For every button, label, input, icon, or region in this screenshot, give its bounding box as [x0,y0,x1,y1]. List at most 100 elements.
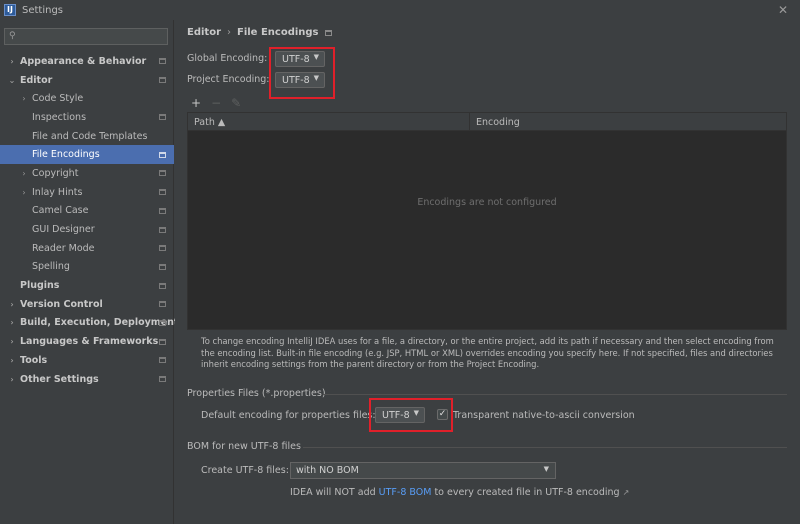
sidebar-item[interactable]: Spelling [0,258,174,277]
sidebar-item-label: Languages & Frameworks [20,336,159,348]
sidebar-item[interactable]: › Code Style [0,89,174,108]
sidebar-item-label: Tools [20,354,48,366]
sidebar-item[interactable]: › Copyright [0,164,174,183]
chevron-down-icon[interactable]: ⌄ [8,76,16,85]
sidebar-item-label: Copyright [32,167,79,179]
sidebar-item-label: Appearance & Behavior [20,55,147,67]
section-divider [323,394,787,395]
global-encoding-label: Global Encoding: [187,53,268,64]
encodings-table: Path ▲ Encoding Encodings are not config… [187,112,787,330]
project-scope-icon [159,226,166,233]
sidebar-item[interactable]: File Encodings [0,145,174,165]
chevron-right-icon[interactable]: › [8,337,16,346]
close-icon[interactable]: ✕ [778,3,788,17]
table-header: Path ▲ Encoding [188,113,786,131]
title-bar: IJ Settings ✕ [0,0,800,20]
encoding-highlight-box [269,47,335,99]
sidebar-item[interactable]: Inspections [0,108,174,127]
sidebar-item-label: File and Code Templates [32,130,148,142]
encodings-toolbar: + − ✎ [191,96,241,110]
project-scope-icon [159,77,166,84]
sidebar-item[interactable]: GUI Designer [0,220,174,239]
sidebar-item[interactable]: › Inlay Hints [0,183,174,202]
utf8-bom-link[interactable]: UTF-8 BOM [379,487,432,498]
sidebar-item-label: Code Style [32,93,84,105]
chevron-right-icon[interactable]: › [8,318,16,327]
section-divider [303,447,787,448]
add-icon[interactable]: + [191,96,201,110]
window-title: Settings [22,4,64,16]
chevron-right-icon[interactable]: › [8,57,16,66]
sidebar-item-label: Version Control [20,298,103,310]
sidebar-item[interactable]: Reader Mode [0,239,174,258]
sidebar-item-label: File Encodings [32,149,100,161]
project-scope-icon [159,301,166,308]
column-header-path[interactable]: Path ▲ [188,113,470,131]
search-icon: ⚲ [9,31,16,41]
project-scope-icon [159,338,166,345]
breadcrumb-separator: › [227,27,231,38]
chevron-right-icon[interactable]: › [20,169,28,178]
project-scope-icon [159,151,166,158]
bom-section-title: BOM for new UTF-8 files [187,441,301,452]
chevron-right-icon[interactable]: › [8,375,16,384]
chevron-right-icon[interactable]: › [20,94,28,103]
table-empty-text: Encodings are not configured [417,197,557,208]
sidebar-item[interactable]: Plugins [0,276,174,295]
project-scope-icon [159,319,166,326]
sidebar-item-label: Inspections [32,111,87,123]
sidebar-item[interactable]: › Tools [0,351,174,370]
intellij-app-icon: IJ [4,4,16,16]
sidebar-item-label: Camel Case [32,205,89,217]
settings-search-input[interactable]: ⚲ [4,28,168,45]
project-scope-icon [159,189,166,196]
sidebar-item-label: Spelling [32,261,70,273]
settings-sidebar: ⚲ › Appearance & Behavior ⌄ Editor › Code Sty… [0,20,178,524]
project-scope-icon [159,207,166,214]
file-encodings-panel: Editor › File Encodings Global Encoding:… [175,20,800,524]
breadcrumb-parent[interactable]: Editor [187,27,221,38]
sidebar-item[interactable]: › Appearance & Behavior [0,52,174,71]
sidebar-item[interactable]: File and Code Templates [0,127,174,146]
sidebar-item-label: Build, Execution, Deployment [20,317,179,329]
properties-section-title: Properties Files (*.properties) [187,388,326,399]
column-header-encoding[interactable]: Encoding [470,113,520,131]
project-scope-icon [159,263,166,270]
sidebar-item-label: Editor [20,74,53,86]
project-encoding-label: Project Encoding: [187,74,270,85]
sidebar-item-label: GUI Designer [32,224,95,236]
bom-note: IDEA will NOT add UTF-8 BOM to every cre… [290,487,629,498]
project-scope-icon [159,376,166,383]
sidebar-item[interactable]: › Build, Execution, Deployment [0,314,178,333]
breadcrumb-current: File Encodings [237,27,319,38]
sidebar-item[interactable]: › Other Settings [0,370,174,389]
project-scope-icon [159,170,166,177]
bom-note-suffix: to every created file in UTF-8 encoding [434,487,620,498]
chevron-right-icon[interactable]: › [20,188,28,197]
breadcrumb: Editor › File Encodings [187,27,332,38]
chevron-right-icon[interactable]: › [8,300,16,309]
bom-note-prefix: IDEA will NOT add [290,487,376,498]
sidebar-item-label: Reader Mode [32,242,95,254]
sidebar-item-label: Other Settings [20,373,99,385]
remove-icon[interactable]: − [211,96,221,110]
edit-icon[interactable]: ✎ [231,96,241,110]
chevron-right-icon[interactable]: › [8,356,16,365]
settings-tree: › Appearance & Behavior ⌄ Editor › Code Style… [0,52,178,389]
project-scope-icon [159,58,166,65]
properties-encoding-label: Default encoding for properties files: [201,410,376,421]
project-scope-icon [159,282,166,289]
bom-option-dropdown[interactable]: with NO BOM ▼ [290,462,556,479]
sidebar-item[interactable]: › Languages & Frameworks [0,332,174,351]
project-scope-icon [159,357,166,364]
transparent-conversion-label[interactable]: Transparent native-to-ascii conversion [453,410,635,421]
external-link-icon: ↗ [622,488,630,497]
sidebar-item[interactable]: Camel Case [0,202,174,221]
sidebar-item[interactable]: ⌄ Editor [0,71,174,90]
encoding-description: To change encoding IntelliJ IDEA uses fo… [201,336,774,369]
project-scope-icon [159,114,166,121]
project-scope-icon [159,245,166,252]
dropdown-arrow-icon: ▼ [543,465,549,473]
sidebar-item[interactable]: › Version Control [0,295,174,314]
project-scope-icon [324,29,332,36]
